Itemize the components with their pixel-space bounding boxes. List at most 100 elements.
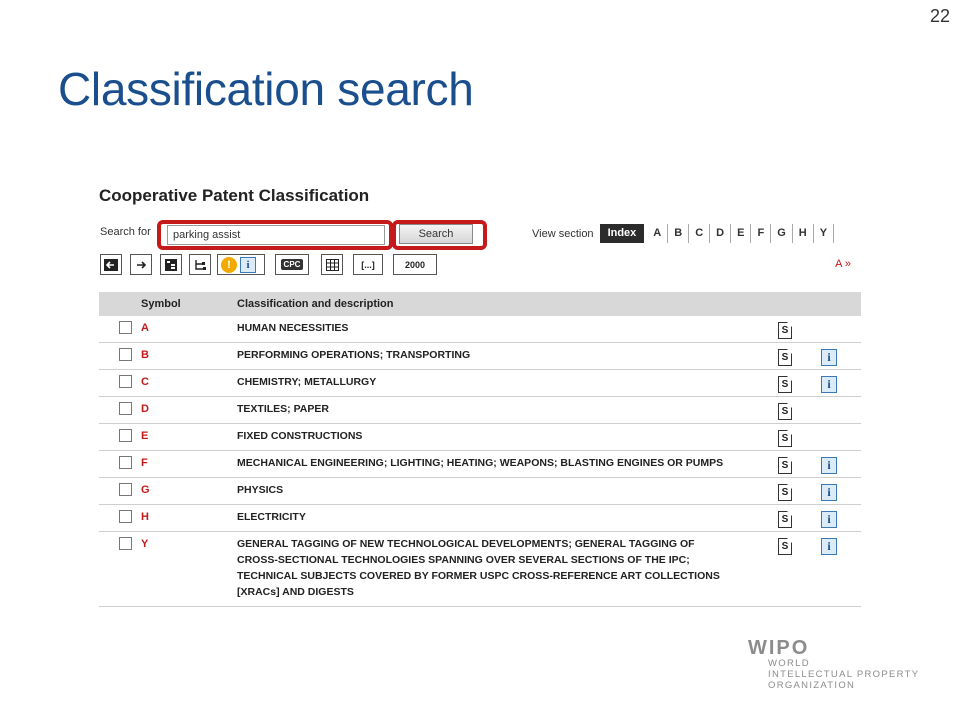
classification-symbol-link[interactable]: E: [141, 430, 148, 442]
symbol-cell: H: [141, 504, 237, 532]
cpc-label: CPC: [280, 259, 304, 270]
wipo-logo-line-2: INTELLECTUAL PROPERTY: [768, 669, 920, 680]
row-checkbox[interactable]: [119, 429, 132, 442]
row-checkbox[interactable]: [119, 537, 132, 550]
classification-description[interactable]: FIXED CONSTRUCTIONS: [237, 424, 777, 450]
scheme-icon-cell: S: [777, 450, 819, 478]
checkbox-cell: [99, 504, 141, 532]
info-icon[interactable]: i: [821, 349, 837, 366]
cpc-button[interactable]: CPC: [275, 254, 309, 275]
table-row: B PERFORMING OPERATIONS; TRANSPORTING Si: [99, 342, 861, 370]
classification-description[interactable]: PHYSICS: [237, 478, 777, 504]
scheme-document-icon[interactable]: S: [778, 403, 792, 420]
warning-info-group[interactable]: ! i: [217, 254, 265, 275]
table-view-button[interactable]: [321, 254, 343, 275]
description-cell: HUMAN NECESSITIES: [237, 316, 777, 343]
classification-symbol-link[interactable]: C: [141, 376, 149, 388]
classification-symbol-link[interactable]: Y: [141, 538, 148, 550]
classification-symbol-link[interactable]: G: [141, 484, 150, 496]
scheme-icon-cell: S: [777, 423, 819, 451]
classification-symbol-link[interactable]: H: [141, 511, 149, 523]
row-checkbox[interactable]: [119, 375, 132, 388]
scheme-document-icon[interactable]: S: [778, 349, 792, 366]
checkbox-cell: [99, 316, 141, 343]
symbol-cell: B: [141, 342, 237, 370]
classification-description[interactable]: CHEMISTRY; METALLURGY: [237, 370, 777, 396]
hierarchy-icon: [195, 259, 206, 270]
info-icon[interactable]: i: [821, 538, 837, 555]
section-link-h[interactable]: H: [793, 224, 814, 243]
info-icon-cell: [819, 423, 861, 451]
classification-description[interactable]: MECHANICAL ENGINEERING; LIGHTING; HEATIN…: [237, 451, 777, 477]
search-label: Search for: [100, 226, 151, 238]
classification-symbol-link[interactable]: D: [141, 403, 149, 415]
checkbox-cell: [99, 450, 141, 478]
symbol-cell: C: [141, 369, 237, 397]
scheme-document-icon[interactable]: S: [778, 376, 792, 393]
info-icon-cell: i: [819, 504, 861, 532]
scheme-document-icon[interactable]: S: [778, 322, 792, 339]
description-line: CHEMISTRY; METALLURGY: [237, 376, 377, 388]
row-checkbox[interactable]: [119, 483, 132, 496]
classification-description[interactable]: ELECTRICITY: [237, 505, 777, 531]
hierarchy-button[interactable]: [189, 254, 211, 275]
section-link-b[interactable]: B: [668, 224, 690, 243]
tree-view-button[interactable]: [160, 254, 182, 275]
bracket-button[interactable]: [...]: [353, 254, 383, 275]
info-icon-cell: [819, 396, 861, 424]
section-link-d[interactable]: D: [710, 224, 732, 243]
classification-symbol-link[interactable]: F: [141, 457, 148, 469]
section-link-y[interactable]: Y: [814, 224, 835, 243]
symbol-cell: A: [141, 316, 237, 343]
section-link-c[interactable]: C: [689, 224, 711, 243]
symbol-cell: E: [141, 423, 237, 451]
table-row: E FIXED CONSTRUCTIONS S: [99, 423, 861, 451]
symbol-cell: F: [141, 450, 237, 478]
section-link-f[interactable]: F: [751, 224, 772, 243]
expand-right-button[interactable]: [130, 254, 152, 275]
info-icon-cell: i: [819, 531, 861, 607]
section-link-a[interactable]: A: [647, 224, 669, 243]
warning-icon: !: [221, 256, 237, 273]
checkbox-cell: [99, 423, 141, 451]
arrow-right-icon: [137, 260, 147, 269]
section-index-tab[interactable]: Index: [599, 224, 645, 243]
grid-table-icon: [325, 258, 339, 271]
a-next-link[interactable]: A »: [835, 258, 851, 270]
classification-description[interactable]: HUMAN NECESSITIES: [237, 316, 777, 342]
scheme-document-icon[interactable]: S: [778, 484, 792, 501]
info-icon[interactable]: i: [821, 376, 837, 393]
row-checkbox[interactable]: [119, 348, 132, 361]
checkbox-cell: [99, 396, 141, 424]
section-link-g[interactable]: G: [771, 224, 793, 243]
info-icon[interactable]: i: [821, 484, 837, 501]
classification-description[interactable]: GENERAL TAGGING OF NEW TECHNOLOGICAL DEV…: [237, 532, 777, 606]
scheme-document-icon[interactable]: S: [778, 457, 792, 474]
row-checkbox[interactable]: [119, 321, 132, 334]
description-line: HUMAN NECESSITIES: [237, 322, 349, 334]
classification-description[interactable]: TEXTILES; PAPER: [237, 397, 777, 423]
scheme-document-icon[interactable]: S: [778, 538, 792, 555]
classification-symbol-link[interactable]: A: [141, 322, 149, 334]
header-spacer: [777, 292, 819, 316]
description-cell: FIXED CONSTRUCTIONS: [237, 423, 777, 451]
row-checkbox[interactable]: [119, 456, 132, 469]
classification-description[interactable]: PERFORMING OPERATIONS; TRANSPORTING: [237, 343, 777, 369]
scheme-icon-cell: S: [777, 316, 819, 343]
info-icon-cell: i: [819, 477, 861, 505]
row-checkbox[interactable]: [119, 510, 132, 523]
scheme-icon-cell: S: [777, 396, 819, 424]
classification-symbol-link[interactable]: B: [141, 349, 149, 361]
description-cell: MECHANICAL ENGINEERING; LIGHTING; HEATIN…: [237, 450, 777, 478]
scheme-document-icon[interactable]: S: [778, 511, 792, 528]
collapse-left-button[interactable]: [100, 254, 122, 275]
year-2000-button[interactable]: 2000: [393, 254, 437, 275]
info-icon[interactable]: i: [821, 511, 837, 528]
description-line: PERFORMING OPERATIONS; TRANSPORTING: [237, 349, 471, 361]
info-icon[interactable]: i: [821, 457, 837, 474]
symbol-cell: G: [141, 477, 237, 505]
scheme-document-icon[interactable]: S: [778, 430, 792, 447]
section-link-e[interactable]: E: [731, 224, 752, 243]
row-checkbox[interactable]: [119, 402, 132, 415]
table-row: Y GENERAL TAGGING OF NEW TECHNOLOGICAL DE…: [99, 531, 861, 607]
